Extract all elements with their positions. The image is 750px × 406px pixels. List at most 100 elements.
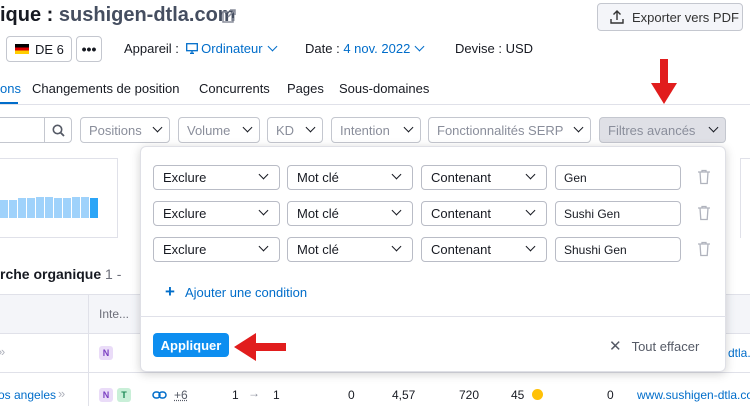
- keyword-arrows-icon[interactable]: »: [0, 344, 5, 359]
- search-button[interactable]: [44, 117, 72, 143]
- condition-2-field-select[interactable]: Mot clé: [287, 201, 413, 226]
- more-options-button[interactable]: •••: [76, 36, 102, 62]
- popup-divider: [140, 316, 726, 317]
- trend-bar: [9, 200, 17, 218]
- volume-filter[interactable]: Volume: [178, 117, 260, 143]
- tab-subdomains[interactable]: Sous-domaines: [339, 81, 429, 96]
- intent-badge-transactional: T: [117, 388, 131, 402]
- condition-2-action-select[interactable]: Exclure: [153, 201, 280, 226]
- tab-position-changes[interactable]: Changements de position: [32, 81, 179, 96]
- intent-column-header[interactable]: Inte...: [99, 307, 129, 321]
- chevron-down-icon: [574, 122, 584, 132]
- chevron-down-icon: [259, 170, 269, 180]
- condition-3-value-input[interactable]: Shushi Gen: [555, 237, 681, 262]
- chevron-down-icon: [709, 122, 719, 132]
- chevron-down-icon: [392, 170, 402, 180]
- row1-url[interactable]: dtla.c: [728, 346, 750, 360]
- date-selector[interactable]: Date : 4 nov. 2022: [305, 41, 423, 56]
- plus-icon: +: [165, 282, 175, 302]
- condition-2-operator-select[interactable]: Contenant: [421, 201, 547, 226]
- trash-icon[interactable]: [697, 169, 711, 185]
- chevron-down-icon: [404, 122, 414, 132]
- tab-positions[interactable]: ons: [0, 81, 21, 96]
- condition-3-action-select[interactable]: Exclure: [153, 237, 280, 262]
- kd-difficulty-dot: [532, 389, 543, 400]
- row2-volume: 720: [459, 388, 479, 402]
- side-panel-edge: [740, 158, 750, 238]
- currency-label: Devise : USD: [455, 41, 533, 56]
- chevron-down-icon: [259, 242, 269, 252]
- positions-filter[interactable]: Positions: [80, 117, 170, 143]
- chevron-down-icon: [243, 122, 253, 132]
- tabs-divider: [0, 104, 750, 105]
- serp-features-filter[interactable]: Fonctionnalités SERP: [428, 117, 591, 143]
- trash-icon[interactable]: [697, 205, 711, 221]
- serp-features-more[interactable]: +6: [174, 388, 188, 402]
- germany-flag-icon: [15, 44, 29, 54]
- trend-bar: [18, 198, 26, 218]
- database-label: DE 6: [35, 42, 64, 57]
- clear-all-button[interactable]: ✕ Tout effacer: [609, 337, 699, 355]
- chevron-down-icon: [267, 42, 277, 52]
- export-pdf-label: Exporter vers PDF: [632, 10, 739, 25]
- advanced-filters-button[interactable]: Filtres avancés: [599, 117, 726, 143]
- tab-competitors[interactable]: Concurrents: [199, 81, 270, 96]
- row2-url[interactable]: www.sushigen-dtla.com: [637, 388, 750, 402]
- condition-1-operator-select[interactable]: Contenant: [421, 165, 547, 190]
- chevron-down-icon: [259, 206, 269, 216]
- organic-search-heading: rche organique 1 -: [0, 266, 121, 282]
- chevron-down-icon: [526, 206, 536, 216]
- condition-3-operator-select[interactable]: Contenant: [421, 237, 547, 262]
- row2-diff: 0: [348, 388, 355, 402]
- external-link-icon[interactable]: [222, 9, 236, 23]
- intent-filter[interactable]: Intention: [331, 117, 421, 143]
- device-selector[interactable]: Appareil : Ordinateur: [124, 41, 276, 56]
- row2-kd: 45: [511, 388, 524, 402]
- chevron-down-icon: [306, 122, 316, 132]
- upload-icon: [610, 10, 624, 24]
- condition-1-action-select[interactable]: Exclure: [153, 165, 280, 190]
- keyword-arrows-icon[interactable]: »: [58, 386, 65, 401]
- column-separator: [88, 294, 89, 406]
- chevron-down-icon: [392, 242, 402, 252]
- trend-bar: [72, 197, 80, 218]
- chevron-down-icon: [526, 242, 536, 252]
- intent-badge-navigational: N: [99, 346, 113, 360]
- row2-traffic: 0: [607, 388, 614, 402]
- link-icon: [152, 389, 167, 401]
- desktop-icon: [186, 43, 198, 54]
- condition-1-field-select[interactable]: Mot clé: [287, 165, 413, 190]
- trend-bar: [0, 200, 8, 218]
- chevron-down-icon: [526, 170, 536, 180]
- close-icon: ✕: [609, 337, 622, 355]
- condition-3-field-select[interactable]: Mot clé: [287, 237, 413, 262]
- annotation-arrow-left-icon: [234, 333, 286, 361]
- trend-bar: [36, 197, 44, 218]
- trash-icon[interactable]: [697, 241, 711, 257]
- annotation-arrow-down-icon: [650, 59, 678, 105]
- tab-pages[interactable]: Pages: [287, 81, 324, 96]
- condition-2-value-input[interactable]: Sushi Gen: [555, 201, 681, 226]
- row2-position-from: 1: [232, 388, 239, 402]
- keyword-search-input[interactable]: [0, 117, 44, 143]
- row-divider: [0, 372, 750, 373]
- domain-name: sushigen-dtla.com: [59, 4, 236, 26]
- export-pdf-button[interactable]: Exporter vers PDF: [597, 3, 743, 31]
- arrow-right-icon: →: [248, 386, 260, 400]
- trend-bar: [81, 197, 89, 218]
- chevron-down-icon: [415, 42, 425, 52]
- page-title: ique : sushigen-dtla.com: [0, 4, 236, 27]
- database-select[interactable]: DE 6: [6, 36, 72, 62]
- add-condition-button[interactable]: + Ajouter une condition: [165, 282, 307, 302]
- trend-bar: [63, 198, 71, 218]
- chevron-down-icon: [153, 122, 163, 132]
- apply-button[interactable]: Appliquer: [153, 333, 229, 357]
- trend-bar: [54, 198, 62, 218]
- trend-bars: [0, 197, 98, 218]
- condition-1-value-input[interactable]: Gen: [555, 165, 681, 190]
- trend-bar: [45, 197, 53, 218]
- trend-bar: [90, 198, 98, 218]
- row2-keyword[interactable]: os angeles: [0, 388, 56, 402]
- row2-position-to: 1: [273, 388, 280, 402]
- kd-filter[interactable]: KD: [267, 117, 323, 143]
